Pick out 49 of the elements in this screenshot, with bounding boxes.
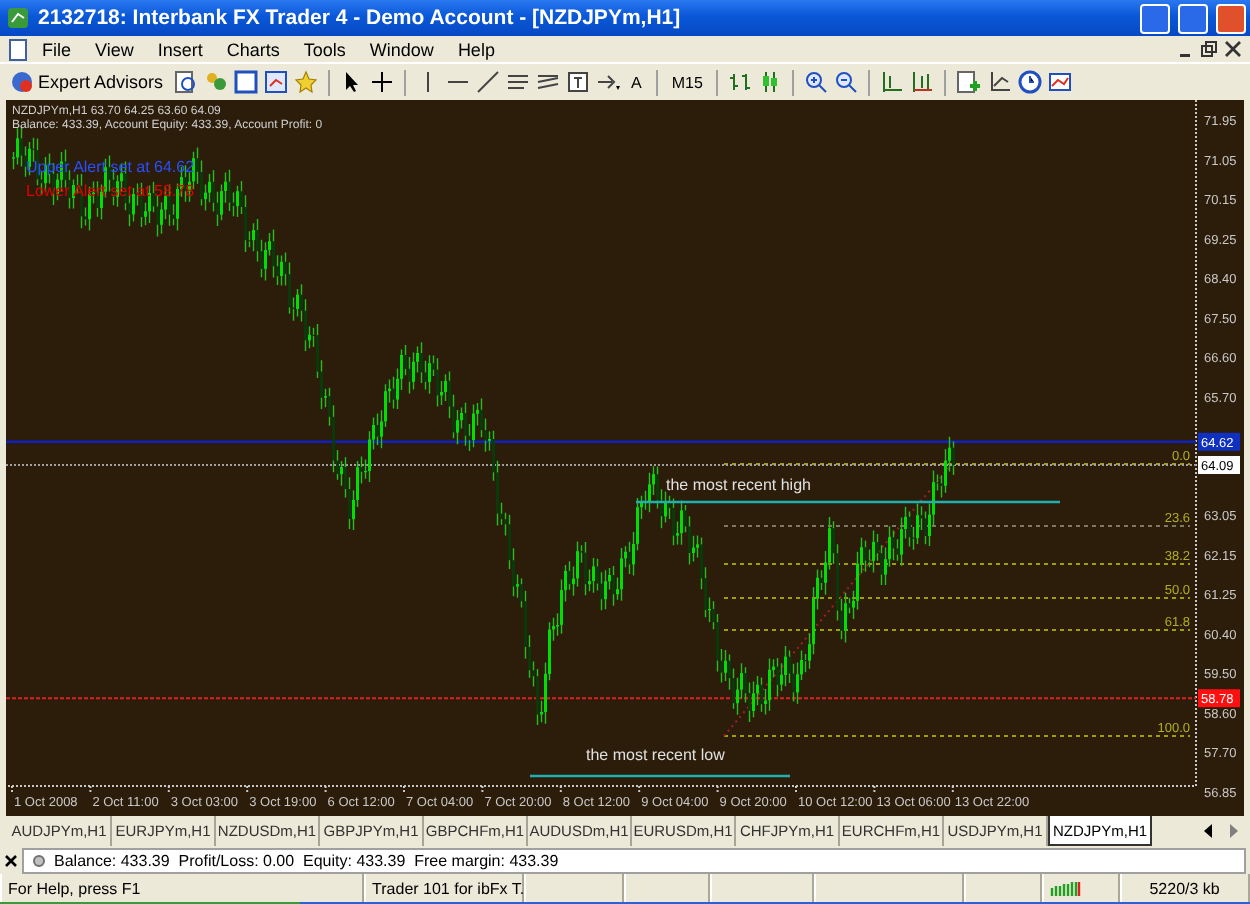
document-icon[interactable] (6, 37, 30, 61)
chart-annotation: the most recent low (586, 746, 725, 764)
star-icon[interactable] (293, 70, 318, 94)
restore-icon[interactable] (1200, 40, 1218, 58)
timeframe-button[interactable]: M15 (667, 73, 707, 91)
close-button[interactable] (1216, 3, 1246, 33)
window-icon[interactable] (233, 70, 258, 94)
alert-line[interactable] (6, 697, 1197, 700)
menu-item[interactable]: Help (445, 39, 507, 59)
zoom-in-icon[interactable] (804, 70, 829, 94)
bar-chart-icon[interactable] (728, 70, 753, 94)
close-icon[interactable] (4, 853, 18, 867)
menu-item[interactable]: View (83, 39, 146, 59)
magnifier-icon[interactable] (173, 70, 198, 94)
axes-icon[interactable] (988, 70, 1013, 94)
expert-advisors-button[interactable]: Expert Advisors (6, 70, 168, 94)
account-summary: Balance: 433.39 Profit/Loss: 0.00 Equity: 433.39 Free margin: 433.39 (54, 851, 559, 869)
app-icon (6, 6, 30, 30)
window-title: 2132718: Interbank FX Trader 4 - Demo Account - [NZDJPYm,H1] (38, 6, 683, 30)
arrows-icon[interactable] (595, 70, 622, 94)
scroll-left-icon[interactable] (1200, 822, 1216, 840)
chart-window-icon[interactable] (263, 70, 288, 94)
menu-item[interactable]: File (30, 39, 84, 59)
trend-line[interactable] (530, 774, 790, 778)
maximize-button[interactable] (1178, 3, 1208, 33)
text-tool-button[interactable]: A (627, 73, 646, 91)
label-icon[interactable] (565, 70, 590, 94)
chart-shift-icon[interactable] (880, 70, 905, 94)
menu-item[interactable]: Insert (145, 39, 215, 59)
chart-annotation: the most recent high (666, 476, 811, 494)
autoscroll-icon[interactable] (910, 70, 935, 94)
close-icon[interactable] (1224, 40, 1242, 58)
diagonal-line-icon[interactable] (475, 70, 500, 94)
crosshair-icon[interactable] (369, 70, 394, 94)
signal-bars-icon (1050, 878, 1083, 898)
balance-icon (32, 853, 46, 867)
candle-icon[interactable] (758, 70, 783, 94)
add-indicator-icon[interactable] (956, 70, 983, 94)
menu-item[interactable]: Tools (291, 39, 358, 59)
menu-item[interactable]: Window (357, 39, 446, 59)
channel-icon[interactable] (505, 70, 530, 94)
trend-line[interactable] (636, 500, 1060, 504)
minimize-button[interactable] (1140, 3, 1170, 33)
template-icon[interactable] (1048, 70, 1073, 94)
clock-icon[interactable] (1018, 70, 1043, 94)
menu-item[interactable]: Charts (214, 39, 292, 59)
zoom-out-icon[interactable] (834, 70, 859, 94)
scroll-right-icon[interactable] (1226, 822, 1242, 840)
fan-icon[interactable] (535, 70, 560, 94)
